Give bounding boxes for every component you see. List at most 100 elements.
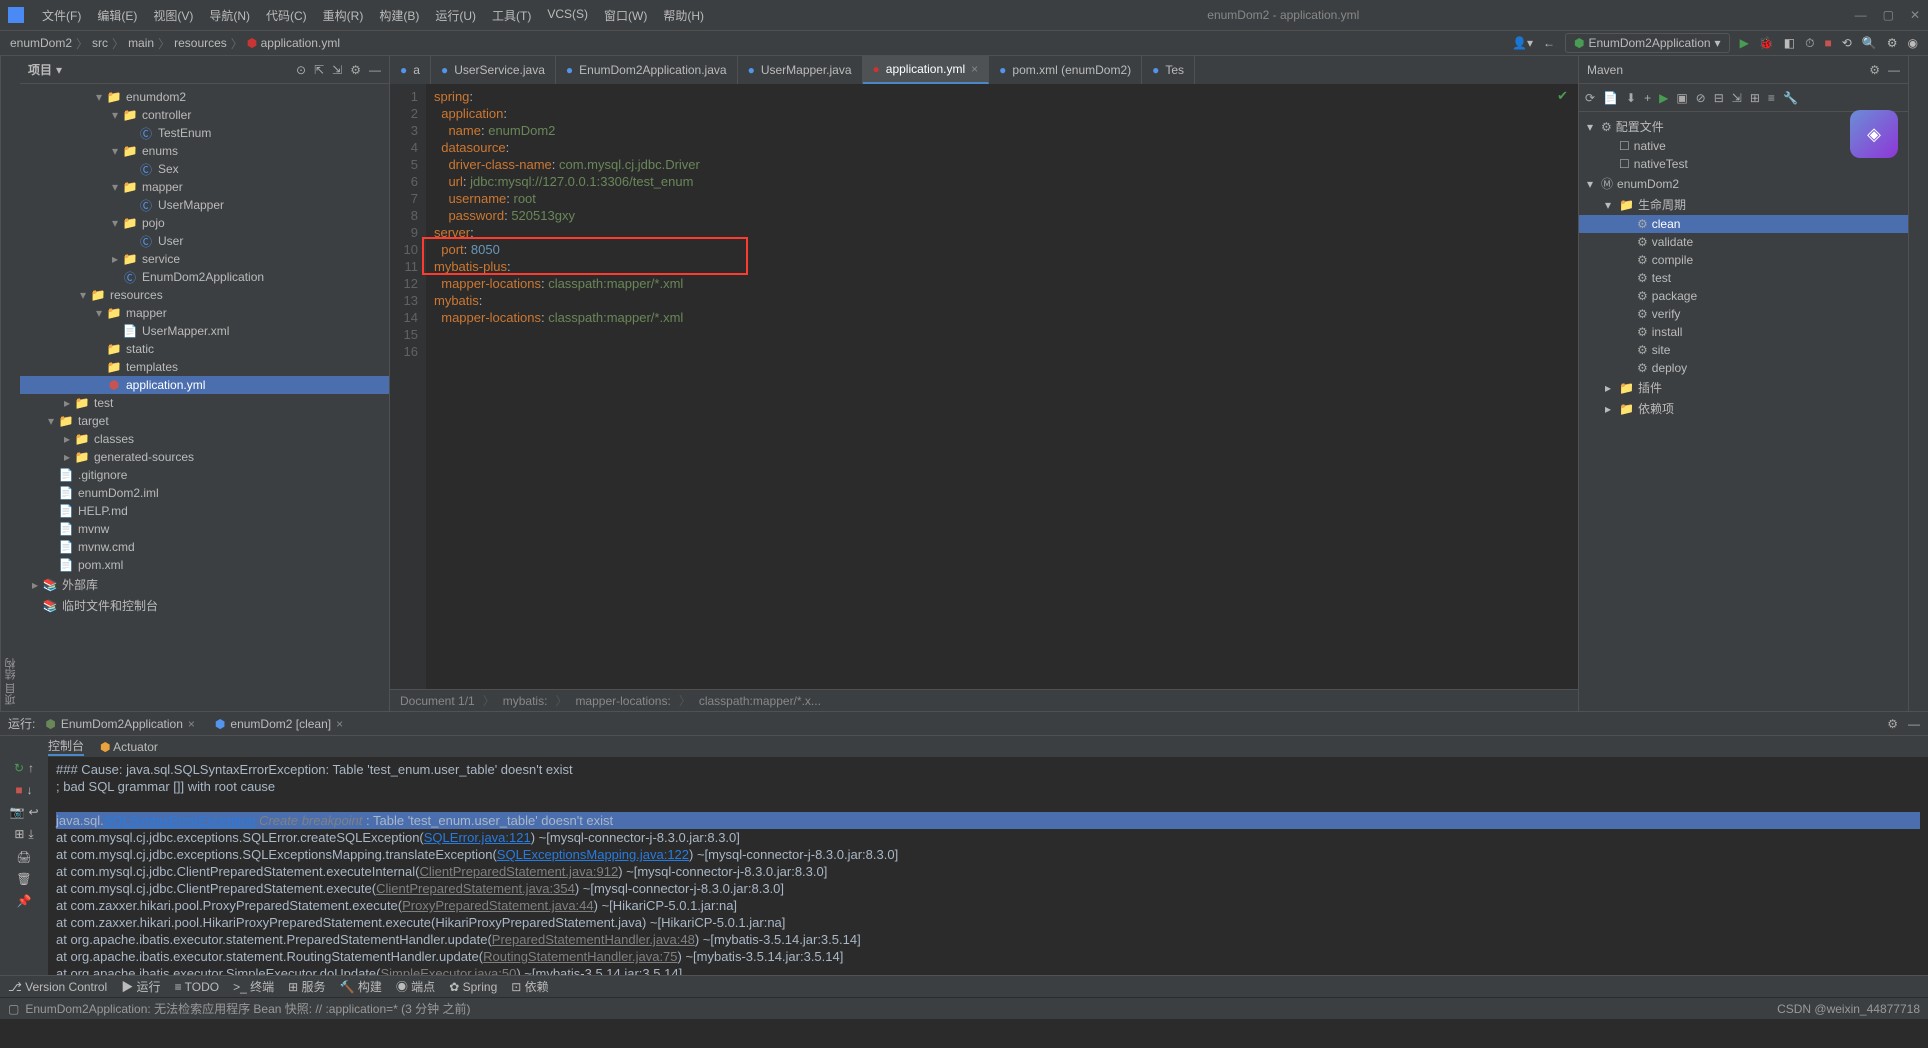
tree-item[interactable]: ▾📁enumdom2 <box>20 88 389 106</box>
tree-item[interactable]: 📚临时文件和控制台 <box>20 595 389 616</box>
menu-item[interactable]: 帮助(H) <box>655 7 712 24</box>
menu-item[interactable]: 重构(R) <box>315 7 372 24</box>
project-tree[interactable]: ▾📁enumdom2▾📁controllerⒸTestEnum▾📁enumsⒸS… <box>20 84 389 711</box>
breadcrumb-item[interactable]: src <box>92 36 108 50</box>
gear-icon[interactable]: ⚙ <box>350 63 361 77</box>
maven-item[interactable]: ⚙test <box>1579 269 1908 287</box>
bottom-tool[interactable]: ◉ 端点 <box>396 978 435 995</box>
editor-body[interactable]: 12345678910111213141516 spring: applicat… <box>390 84 1578 689</box>
menu-item[interactable]: VCS(S) <box>539 7 596 24</box>
tree-item[interactable]: 📄.gitignore <box>20 466 389 484</box>
settings-icon[interactable]: ⚙ <box>1887 36 1898 50</box>
tree-item[interactable]: ▾📁mapper <box>20 178 389 196</box>
show-deps-icon[interactable]: ⊞ <box>1750 91 1760 105</box>
maven-item[interactable]: ⚙compile <box>1579 251 1908 269</box>
back-icon[interactable]: ← <box>1543 36 1555 50</box>
download-icon[interactable]: ⬇ <box>1626 91 1636 105</box>
collapse-all-icon[interactable]: ⇲ <box>1732 91 1742 105</box>
locate-icon[interactable]: ⊙ <box>296 63 306 77</box>
console-output[interactable]: ### Cause: java.sql.SQLSyntaxErrorExcept… <box>48 757 1928 975</box>
maven-item[interactable]: ⚙clean <box>1579 215 1908 233</box>
gear-icon[interactable]: ⚙ <box>1887 717 1898 731</box>
editor-tab[interactable]: ●Tes <box>1142 56 1195 84</box>
wrap-icon[interactable]: ↩ <box>28 805 38 819</box>
editor-tab[interactable]: ●EnumDom2Application.java <box>556 56 738 84</box>
editor-tab[interactable]: ●a <box>390 56 431 84</box>
execute-icon[interactable]: ▣ <box>1676 91 1687 105</box>
menu-item[interactable]: 运行(U) <box>427 7 484 24</box>
bottom-tool[interactable]: ⊡ 依赖 <box>511 978 548 995</box>
down-icon[interactable]: ↓ <box>27 783 33 797</box>
tree-item[interactable]: ▸📚外部库 <box>20 574 389 595</box>
run-subtabs[interactable]: 控制台 ⬢ Actuator <box>0 735 1928 757</box>
git-update-icon[interactable]: ⟲ <box>1842 36 1852 50</box>
toggle-offline-icon[interactable]: ⊘ <box>1696 91 1706 105</box>
print-icon[interactable]: 🖨 <box>16 850 31 864</box>
maven-item[interactable]: ▾📁生命周期 <box>1579 194 1908 215</box>
bottom-tool[interactable]: ▶ 运行 <box>121 978 160 995</box>
maximize-icon[interactable]: ▢ <box>1883 8 1894 22</box>
user-icon[interactable]: 👤▾ <box>1512 36 1533 50</box>
maven-item[interactable]: ⚙verify <box>1579 305 1908 323</box>
gear-icon[interactable]: ⚙ <box>1869 63 1880 77</box>
maven-item[interactable]: ⚙install <box>1579 323 1908 341</box>
maven-item[interactable]: ⚙deploy <box>1579 359 1908 377</box>
breadcrumb-item[interactable]: ⬢ application.yml <box>247 36 340 50</box>
maven-item[interactable]: ▸📁插件 <box>1579 377 1908 398</box>
maven-toolbar[interactable]: ⟳ 📄 ⬇ + ▶ ▣ ⊘ ⊟ ⇲ ⊞ ≡ 🔧 <box>1579 84 1908 112</box>
maven-item[interactable]: ▸📁依赖项 <box>1579 398 1908 419</box>
menu-item[interactable]: 代码(C) <box>258 7 315 24</box>
wrench-icon[interactable]: 🔧 <box>1783 91 1798 105</box>
tree-item[interactable]: ⒸSex <box>20 160 389 178</box>
pin-icon[interactable]: 📌 <box>17 894 32 908</box>
tree-item[interactable]: ⬢application.yml <box>20 376 389 394</box>
layout-icon[interactable]: ⊞ <box>14 827 24 842</box>
tree-item[interactable]: 📄HELP.md <box>20 502 389 520</box>
bottom-tool[interactable]: >_ 终端 <box>233 978 274 995</box>
generate-icon[interactable]: 📄 <box>1603 91 1618 105</box>
menu-item[interactable]: 导航(N) <box>201 7 258 24</box>
tree-item[interactable]: ⒸTestEnum <box>20 124 389 142</box>
reload-icon[interactable]: ⟳ <box>1585 91 1595 105</box>
run-subtab[interactable]: ⬢ Actuator <box>100 740 158 754</box>
tree-item[interactable]: ▸📁service <box>20 250 389 268</box>
run-icon[interactable]: ▶ <box>1740 36 1749 50</box>
menu-item[interactable]: 工具(T) <box>484 7 539 24</box>
bottom-tool[interactable]: ≡ TODO <box>175 980 220 994</box>
tree-item[interactable]: 📄mvnw.cmd <box>20 538 389 556</box>
camera-icon[interactable]: 📷 <box>9 805 24 819</box>
bottom-toolbar[interactable]: ⎇ Version Control▶ 运行≡ TODO>_ 终端⊞ 服务🔨 构建… <box>0 975 1928 997</box>
tree-item[interactable]: ⒸUserMapper <box>20 196 389 214</box>
run-tab[interactable]: ⬢EnumDom2Application× <box>35 714 205 734</box>
run-icon[interactable]: ▶ <box>1659 91 1668 105</box>
avatar-icon[interactable]: ◉ <box>1908 36 1918 50</box>
run-subtab[interactable]: 控制台 <box>48 737 84 756</box>
ai-assistant-badge[interactable]: ◈ <box>1850 110 1898 158</box>
search-icon[interactable]: 🔍 <box>1862 36 1877 50</box>
tree-item[interactable]: 📄enumDom2.iml <box>20 484 389 502</box>
breadcrumb-item[interactable]: main <box>128 36 154 50</box>
editor-tabs[interactable]: ●a●UserService.java●EnumDom2Application.… <box>390 56 1578 84</box>
maven-item[interactable]: ⚙validate <box>1579 233 1908 251</box>
menu-item[interactable]: 构建(B) <box>371 7 427 24</box>
skip-tests-icon[interactable]: ⊟ <box>1714 91 1724 105</box>
stop-icon[interactable]: ■ <box>1824 36 1831 50</box>
coverage-icon[interactable]: ◧ <box>1784 36 1795 50</box>
editor-tab[interactable]: ●UserMapper.java <box>738 56 863 84</box>
tree-item[interactable]: ▾📁target <box>20 412 389 430</box>
rerun-icon[interactable]: ↻ <box>14 761 24 775</box>
inspection-ok-icon[interactable]: ✔ <box>1557 88 1568 104</box>
maven-tree[interactable]: ▾⚙配置文件☐native☐nativeTest▾ⓂenumDom2▾📁生命周期… <box>1579 112 1908 711</box>
tree-item[interactable]: ▾📁controller <box>20 106 389 124</box>
hide-icon[interactable]: — <box>1908 717 1920 731</box>
menu-item[interactable]: 窗口(W) <box>596 7 655 24</box>
tree-item[interactable]: 📁static <box>20 340 389 358</box>
editor-tab[interactable]: ●application.yml× <box>863 56 990 84</box>
hide-icon[interactable]: — <box>369 63 381 77</box>
run-toolbar[interactable]: ↻↑ ■↓ 📷↩ ⊞⤓ 🖨 🗑 📌 <box>0 757 48 975</box>
bottom-tool[interactable]: ⊞ 服务 <box>288 978 325 995</box>
tree-item[interactable]: ▾📁pojo <box>20 214 389 232</box>
left-tool-gutter[interactable]: 项目 结构 <box>0 56 20 711</box>
collapse-icon[interactable]: ⇲ <box>332 63 342 77</box>
tree-item[interactable]: 📄UserMapper.xml <box>20 322 389 340</box>
